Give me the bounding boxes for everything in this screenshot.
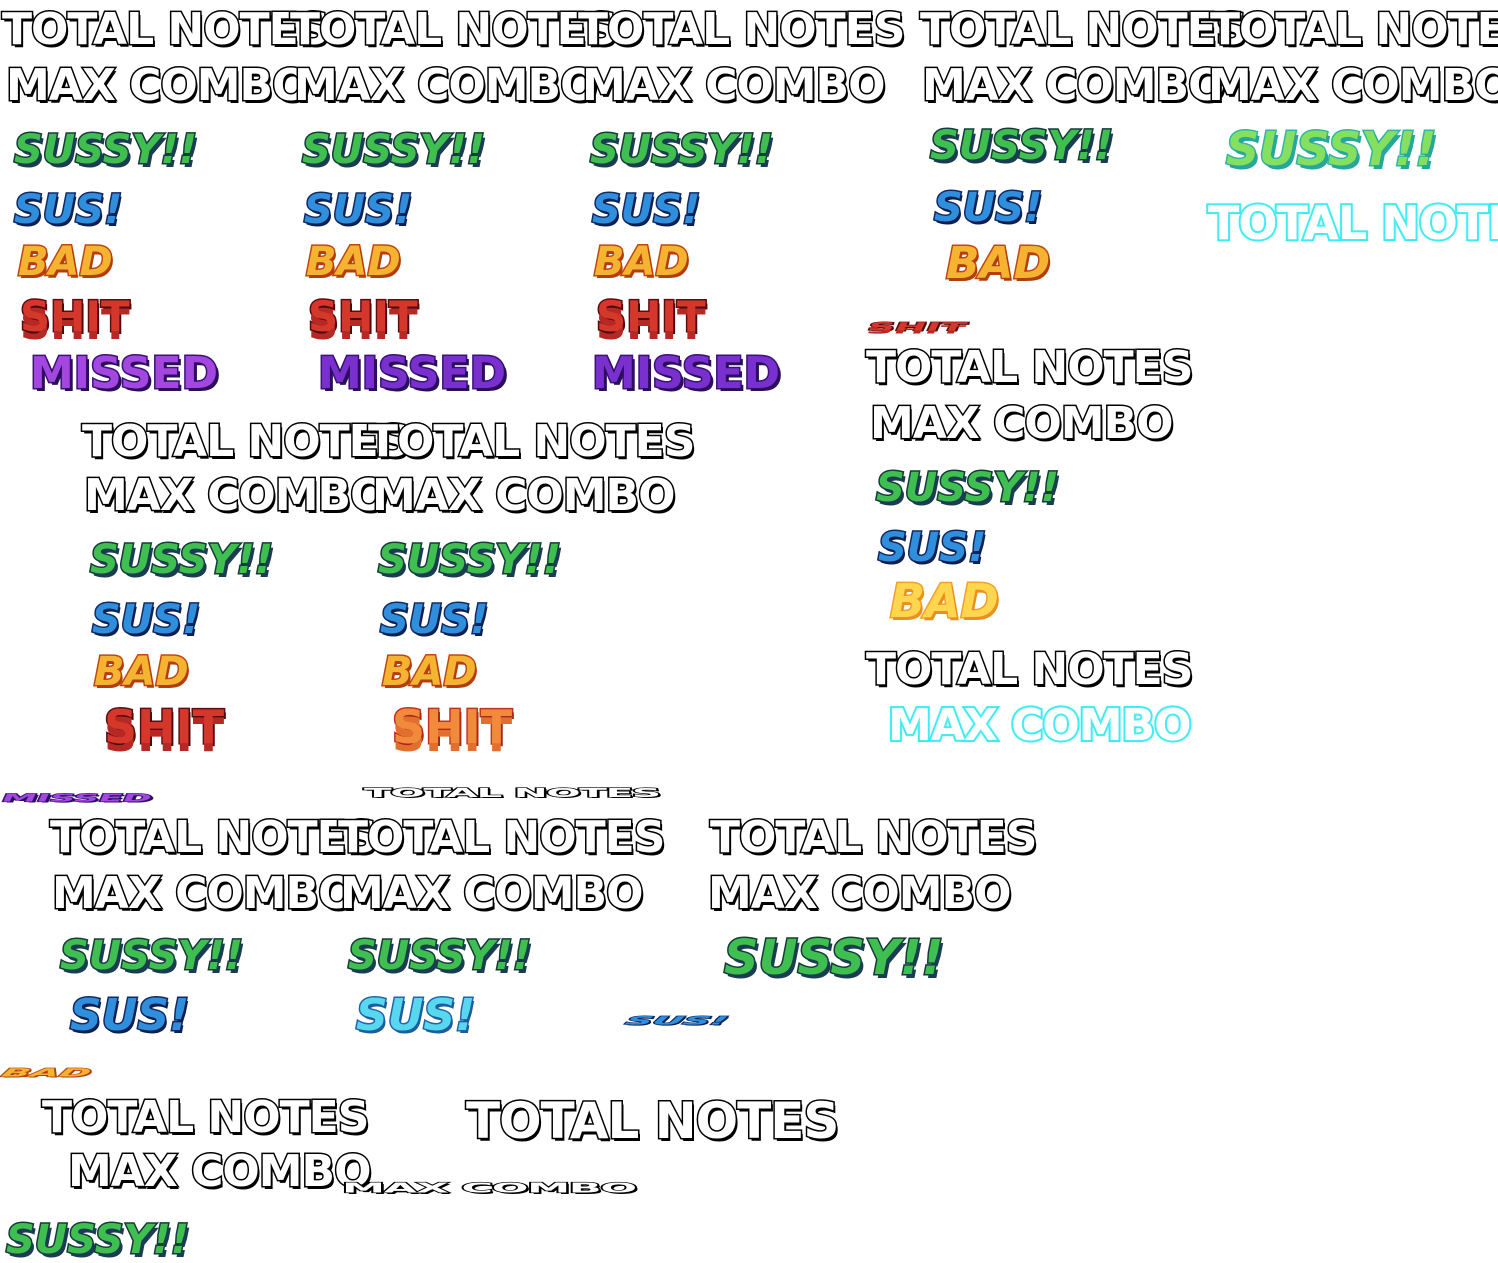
bad-rating: BAD	[593, 239, 691, 285]
sussy-rating: SUSSY!!	[929, 123, 1115, 169]
sus-rating: SUS!	[302, 187, 413, 233]
total-notes-squashed: TOTAL NOTES	[362, 785, 663, 801]
total-notes-label: TOTAL NOTES	[40, 1092, 370, 1143]
total-notes-label: TOTAL NOTES	[48, 812, 378, 863]
bad-rating: BAD	[944, 238, 1051, 289]
bad-rating: BAD	[17, 239, 115, 285]
bad-rating: BAD	[93, 649, 191, 695]
bad-rating: BAD	[381, 649, 479, 695]
sus-rating-squashed: SUS!	[622, 1013, 732, 1028]
sussy-rating-faded: SUSSY!!	[1224, 122, 1437, 176]
total-notes-label: TOTAL NOTES	[366, 416, 696, 467]
shit-rating: SHIT	[595, 292, 708, 341]
sussy-rating: SUSSY!!	[301, 127, 487, 173]
shit-rating: SHIT	[307, 292, 420, 341]
missed-rating: MISSED	[316, 348, 507, 399]
shit-rating-orange: SHIT	[390, 700, 513, 754]
sussy-rating: SUSSY!!	[59, 933, 245, 979]
shit-rating: SHIT	[102, 700, 225, 754]
shit-rating: SHIT	[19, 292, 132, 341]
sussy-rating: SUSSY!!	[89, 537, 275, 583]
total-notes-label: TOTAL NOTES	[1208, 4, 1498, 55]
max-combo-label: MAX COMBO	[581, 60, 888, 111]
shit-rating-squashed: SHIT	[864, 319, 970, 334]
bad-rating-squashed: BAD	[0, 1065, 95, 1080]
total-notes-label: TOTAL NOTES	[336, 812, 666, 863]
bad-rating-light: BAD	[889, 574, 1001, 628]
max-combo-label: MAX COMBO	[869, 398, 1176, 449]
sussy-rating: SUSSY!!	[347, 933, 533, 979]
missed-rating: MISSED	[28, 348, 219, 399]
max-combo-label: MAX COMBO	[83, 470, 390, 521]
total-notes-label: TOTAL NOTES	[708, 812, 1038, 863]
total-notes-label: TOTAL NOTES	[864, 342, 1194, 393]
sus-rating: SUS!	[590, 187, 701, 233]
max-combo-label: MAX COMBO	[1207, 60, 1498, 111]
max-combo-label: MAX COMBO	[921, 60, 1228, 111]
sussy-rating: SUSSY!!	[13, 127, 199, 173]
max-combo-label: MAX COMBO	[5, 60, 312, 111]
sus-rating: SUS!	[90, 597, 201, 643]
max-combo-glow: MAX COMBO	[886, 700, 1194, 751]
max-combo-squashed: MAX COMBO	[340, 1180, 639, 1196]
total-notes-label: TOTAL NOTES	[864, 644, 1194, 695]
sussy-rating-large: SUSSY!!	[723, 930, 946, 986]
missed-rating: MISSED	[590, 348, 781, 399]
sussy-rating: SUSSY!!	[5, 1217, 191, 1263]
max-combo-label: MAX COMBO	[67, 1146, 374, 1197]
missed-rating-squashed: MISSED	[0, 791, 156, 806]
total-notes-large: TOTAL NOTES	[464, 1092, 840, 1150]
max-combo-label: MAX COMBO	[371, 470, 678, 521]
sussy-rating: SUSSY!!	[875, 465, 1061, 511]
sus-rating: SUS!	[378, 597, 489, 643]
sus-rating: SUS!	[876, 525, 987, 571]
total-notes-label: TOTAL NOTES	[576, 4, 906, 55]
max-combo-label: MAX COMBO	[293, 60, 600, 111]
sussy-rating: SUSSY!!	[377, 537, 563, 583]
sussy-rating: SUSSY!!	[589, 127, 775, 173]
max-combo-label: MAX COMBO	[707, 868, 1014, 919]
sus-rating: SUS!	[12, 187, 123, 233]
sus-rating-cyan: SUS!	[354, 990, 476, 1041]
total-notes-label: TOTAL NOTES	[0, 4, 330, 55]
total-notes-label: TOTAL NOTES	[288, 4, 618, 55]
total-notes-label: TOTAL NOTES	[918, 4, 1248, 55]
total-notes-label: TOTAL NOTES	[80, 416, 410, 467]
bad-rating: BAD	[305, 239, 403, 285]
sus-rating: SUS!	[68, 990, 190, 1041]
sus-rating: SUS!	[932, 185, 1043, 231]
max-combo-label: MAX COMBO	[339, 868, 646, 919]
total-notes-glow: TOTAL NOTES	[1206, 196, 1498, 250]
max-combo-label: MAX COMBO	[51, 868, 358, 919]
